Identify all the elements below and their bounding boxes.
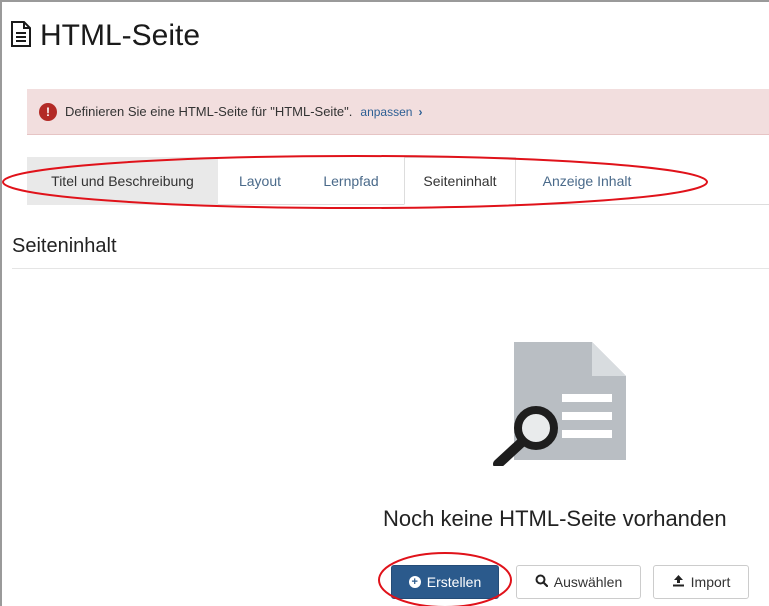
document-icon [10, 20, 32, 52]
page-title: HTML-Seite [10, 16, 200, 56]
create-button-label: Erstellen [426, 574, 482, 590]
create-button[interactable]: + Erstellen [391, 565, 499, 599]
warning-alert: ! Definieren Sie eine HTML-Seite für "HT… [27, 89, 769, 135]
alert-message: Definieren Sie eine HTML-Seite für "HTML… [65, 104, 353, 119]
window-frame-top [0, 0, 769, 2]
page-title-text: HTML-Seite [40, 19, 201, 52]
tab-title-description[interactable]: Titel und Beschreibung [27, 157, 218, 205]
select-button-label: Auswählen [553, 574, 623, 590]
search-icon [535, 574, 548, 590]
section-divider [12, 268, 769, 269]
upload-icon [672, 574, 685, 590]
document-search-icon [484, 336, 634, 469]
tab-bar: Titel und Beschreibung Layout Lernpfad S… [27, 157, 769, 205]
chevron-right-icon[interactable]: › [418, 105, 422, 119]
select-button[interactable]: Auswählen [516, 565, 641, 599]
import-button[interactable]: Import [653, 565, 749, 599]
empty-state-message: Noch keine HTML-Seite vorhanden [383, 506, 727, 531]
plus-circle-icon: + [408, 576, 421, 588]
customize-link[interactable]: anpassen [360, 105, 412, 119]
warning-icon: ! [39, 102, 57, 121]
import-button-label: Import [690, 574, 731, 590]
tab-display-content[interactable]: Anzeige Inhalt [525, 157, 649, 205]
tab-layout[interactable]: Layout [225, 157, 295, 205]
window-frame-left [0, 0, 2, 606]
tab-learning-path[interactable]: Lernpfad [309, 157, 393, 205]
tab-page-content[interactable]: Seiteninhalt [404, 157, 516, 205]
section-title: Seiteninhalt [12, 235, 117, 257]
